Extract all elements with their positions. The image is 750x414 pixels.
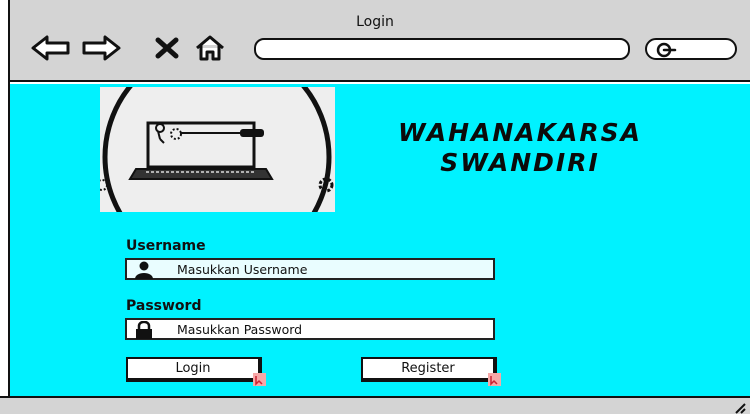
brand-title: WAHANAKARSA SWANDIRI: [350, 118, 690, 178]
username-label: Username: [126, 238, 206, 254]
password-field[interactable]: [125, 318, 495, 340]
browser-window: Login WAHANAKARSA SWANDIRI Username Masu…: [0, 0, 750, 414]
user-icon: [135, 261, 153, 279]
resize-grip-icon[interactable]: [732, 400, 746, 414]
window-left-border: [0, 0, 10, 414]
password-input[interactable]: [177, 320, 487, 338]
username-field[interactable]: [125, 258, 495, 280]
pointer-cursor-icon: [488, 373, 501, 386]
browser-toolbar: Login: [0, 0, 750, 82]
close-x-icon[interactable]: [155, 37, 179, 59]
search-magnifier-icon: [656, 42, 677, 58]
company-logo: [100, 87, 335, 212]
back-arrow-icon[interactable]: [30, 34, 72, 62]
brand-line-2: SWANDIRI: [440, 148, 600, 177]
pointer-cursor-icon: [253, 373, 266, 386]
username-input[interactable]: [177, 260, 487, 278]
lock-icon: [136, 321, 152, 339]
login-button-label: Login: [175, 361, 211, 376]
register-button[interactable]: Register: [361, 357, 501, 386]
window-title: Login: [356, 14, 394, 30]
url-bar[interactable]: [254, 38, 630, 60]
forward-arrow-icon[interactable]: [80, 34, 122, 62]
status-bar: [0, 396, 750, 414]
search-box[interactable]: [645, 38, 737, 60]
login-button[interactable]: Login: [126, 357, 266, 386]
password-label: Password: [126, 298, 202, 314]
register-button-label: Register: [401, 361, 455, 376]
brand-line-1: WAHANAKARSA: [398, 118, 642, 147]
home-icon[interactable]: [194, 34, 226, 62]
